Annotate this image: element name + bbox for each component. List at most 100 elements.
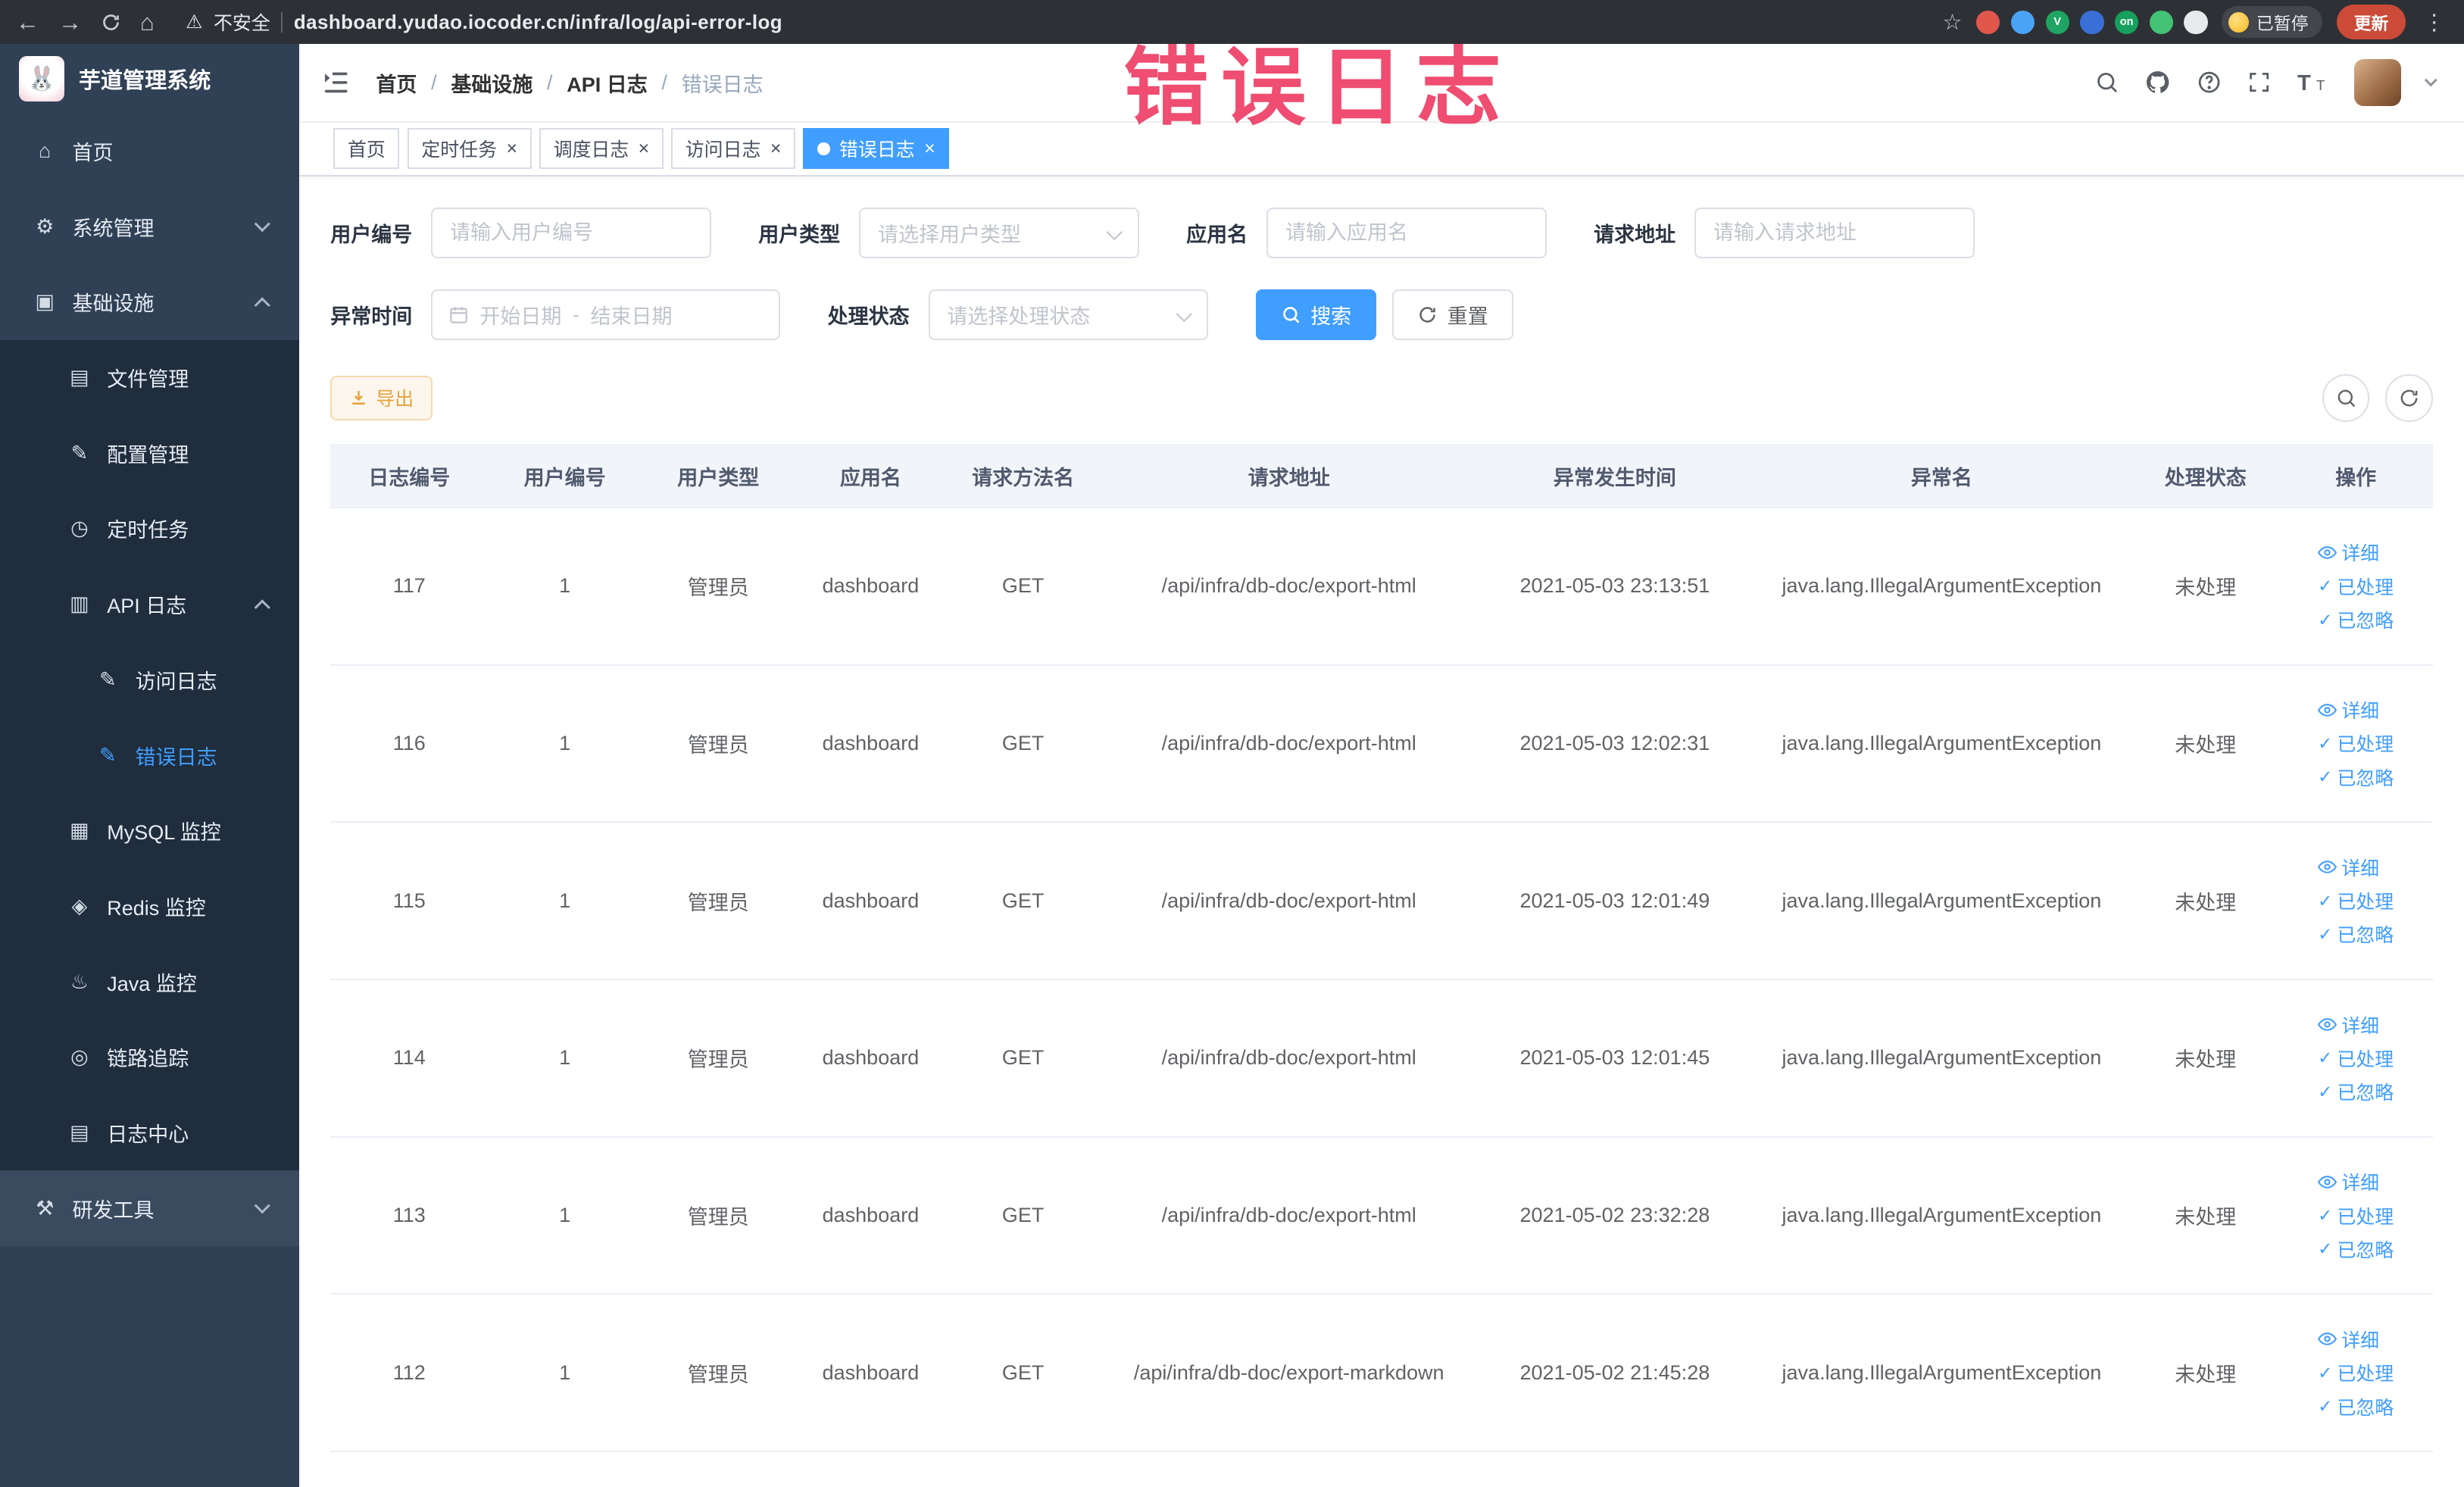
sidebar-item-文件管理[interactable]: ▤ 文件管理 bbox=[0, 339, 299, 416]
app-title: 芋道管理系统 bbox=[78, 68, 211, 93]
cell-time: 2021-05-02 21:45:28 bbox=[1478, 1294, 1752, 1453]
detail-action[interactable]: 详细 bbox=[2318, 539, 2379, 566]
mark-ignored-action[interactable]: ✓ 已忽略 bbox=[2318, 764, 2394, 791]
active-dot bbox=[817, 142, 830, 155]
process-status-select[interactable]: 请选择处理状态 bbox=[928, 289, 1209, 340]
paused-badge[interactable]: 已暂停 bbox=[2222, 5, 2323, 39]
back-icon[interactable]: ← bbox=[16, 10, 39, 34]
update-button[interactable]: 更新 bbox=[2336, 4, 2406, 40]
kebab-menu-icon[interactable]: ⋮ bbox=[2420, 9, 2448, 36]
sidebar-item-访问日志[interactable]: ✎ 访问日志 bbox=[0, 642, 299, 718]
mark-ignored-action[interactable]: ✓ 已忽略 bbox=[2318, 1393, 2394, 1420]
navbar: 首页 / 基础设施 / API 日志 / 错误日志 TT bbox=[298, 44, 2464, 123]
sidebar-item-定时任务[interactable]: ◷ 定时任务 bbox=[0, 491, 299, 567]
export-button[interactable]: 导出 bbox=[330, 376, 433, 420]
sidebar-item-Redis 监控[interactable]: ◈ Redis 监控 bbox=[0, 868, 299, 945]
exception-time-range-picker[interactable]: 开始日期 - 结束日期 bbox=[431, 289, 781, 340]
reset-button[interactable]: 重置 bbox=[1392, 289, 1513, 340]
sidebar-item-日志中心[interactable]: ▤ 日志中心 bbox=[0, 1095, 299, 1171]
user-id-input[interactable] bbox=[431, 208, 711, 258]
view-tab-定时任务[interactable]: 定时任务 × bbox=[407, 128, 532, 170]
view-tab-首页[interactable]: 首页 bbox=[333, 128, 400, 170]
search-button[interactable]: 搜索 bbox=[1255, 289, 1377, 340]
view-tab-调度日志[interactable]: 调度日志 × bbox=[539, 128, 664, 170]
action-label: 已处理 bbox=[2337, 734, 2394, 756]
mark-processed-action[interactable]: ✓ 已处理 bbox=[2318, 573, 2394, 600]
extension-icon[interactable] bbox=[2149, 10, 2173, 34]
cell-app_name: dashboard bbox=[795, 1294, 947, 1453]
extension-icon[interactable]: on bbox=[2115, 10, 2139, 34]
breadcrumb-item[interactable]: 基础设施 bbox=[451, 68, 532, 98]
cell-app_name: dashboard bbox=[795, 822, 947, 980]
sidebar-item-配置管理[interactable]: ✎ 配置管理 bbox=[0, 415, 299, 492]
filter-form: 用户编号 用户类型 请选择用户类型 应用名 bbox=[299, 177, 2464, 372]
close-icon[interactable]: × bbox=[770, 139, 782, 158]
detail-action[interactable]: 详细 bbox=[2318, 1326, 2379, 1353]
extension-icon[interactable] bbox=[2010, 10, 2035, 34]
request-url-input[interactable] bbox=[1694, 208, 1975, 258]
user-avatar[interactable] bbox=[2353, 58, 2401, 107]
search-icon[interactable] bbox=[2094, 70, 2119, 95]
reload-icon[interactable] bbox=[101, 12, 121, 33]
sidebar-item-label: 基础设施 bbox=[72, 292, 155, 316]
close-icon[interactable]: × bbox=[924, 139, 935, 158]
sidebar-item-系统管理[interactable]: ⚙ 系统管理 bbox=[0, 189, 299, 264]
mark-ignored-action[interactable]: ✓ 已忽略 bbox=[2318, 1078, 2394, 1105]
forward-icon[interactable]: → bbox=[58, 10, 82, 34]
avatar-caret-down-icon[interactable] bbox=[2424, 73, 2438, 87]
process-status-placeholder: 请选择处理状态 bbox=[947, 305, 1091, 328]
bookmark-star-icon[interactable]: ☆ bbox=[1943, 9, 1963, 36]
chevron-up-icon bbox=[254, 297, 270, 314]
browser-home-icon[interactable]: ⌂ bbox=[140, 10, 155, 34]
sidebar-item-API 日志[interactable]: ▥ API 日志 bbox=[0, 566, 299, 642]
detail-action[interactable]: 详细 bbox=[2318, 696, 2379, 723]
close-icon[interactable]: × bbox=[506, 139, 517, 158]
breadcrumb-item[interactable]: 首页 bbox=[376, 68, 417, 98]
mark-ignored-action[interactable]: ✓ 已忽略 bbox=[2318, 1236, 2394, 1263]
mark-processed-action[interactable]: ✓ 已处理 bbox=[2318, 1202, 2394, 1229]
sidebar-item-错误日志[interactable]: ✎ 错误日志 bbox=[0, 717, 299, 793]
mark-processed-action[interactable]: ✓ 已处理 bbox=[2318, 887, 2394, 914]
app-logo: 🐰 芋道管理系统 bbox=[0, 44, 299, 113]
extension-icon[interactable] bbox=[1976, 10, 2000, 34]
close-icon[interactable]: × bbox=[639, 139, 650, 158]
file-icon: ▤ bbox=[70, 366, 89, 389]
refresh-button[interactable] bbox=[2385, 374, 2433, 422]
view-tab-错误日志[interactable]: 错误日志 × bbox=[803, 128, 950, 170]
column-header: 应用名 bbox=[795, 443, 947, 508]
breadcrumb-item[interactable]: API 日志 bbox=[567, 68, 648, 98]
extension-icon[interactable] bbox=[2080, 10, 2104, 34]
cell-exception: java.lang.IllegalArgumentException bbox=[1751, 822, 2132, 980]
mark-ignored-action[interactable]: ✓ 已忽略 bbox=[2318, 606, 2394, 633]
help-icon[interactable] bbox=[2197, 70, 2222, 95]
mark-processed-action[interactable]: ✓ 已处理 bbox=[2318, 729, 2394, 757]
extension-icon[interactable] bbox=[2184, 10, 2208, 34]
sidebar-item-链路追踪[interactable]: ◎ 链路追踪 bbox=[0, 1019, 299, 1095]
sidebar-menu: ⌂ 首页 ⚙ 系统管理 ▣ 基础设施 ▤ 文件管理 ✎ 配置管理 ◷ 定时任务 ▥ API 日志 ✎ 访问日志… bbox=[0, 114, 299, 1247]
app-name-input[interactable] bbox=[1266, 208, 1547, 258]
mark-ignored-action[interactable]: ✓ 已忽略 bbox=[2318, 920, 2394, 948]
detail-action[interactable]: 详细 bbox=[2318, 1011, 2379, 1039]
sidebar-item-首页[interactable]: ⌂ 首页 bbox=[0, 114, 299, 189]
address-bar[interactable]: ⚠ 不安全 dashboard.yudao.iocoder.cn/infra/l… bbox=[186, 8, 1923, 36]
mark-processed-action[interactable]: ✓ 已处理 bbox=[2318, 1045, 2394, 1072]
sidebar-item-MySQL 监控[interactable]: ▦ MySQL 监控 bbox=[0, 792, 299, 869]
cell-actions: 详细 ✓ 已处理 ✓ 已忽略 bbox=[2278, 664, 2433, 823]
detail-action[interactable]: 详细 bbox=[2318, 1168, 2379, 1195]
font-size-icon[interactable]: TT bbox=[2297, 70, 2329, 95]
chevron-down-icon bbox=[254, 1197, 270, 1214]
sidebar-item-基础设施[interactable]: ▣ 基础设施 bbox=[0, 264, 299, 340]
view-tab-访问日志[interactable]: 访问日志 × bbox=[671, 128, 795, 170]
user-type-select[interactable]: 请选择用户类型 bbox=[859, 208, 1139, 258]
toggle-search-button[interactable] bbox=[2322, 374, 2370, 422]
sidebar-item-研发工具[interactable]: ⚒ 研发工具 bbox=[0, 1170, 299, 1247]
fullscreen-icon[interactable] bbox=[2247, 70, 2272, 95]
hamburger-icon[interactable] bbox=[321, 67, 351, 97]
github-icon[interactable] bbox=[2144, 69, 2171, 95]
extension-icon[interactable]: V bbox=[2045, 10, 2069, 34]
sidebar-item-Java 监控[interactable]: ♨ Java 监控 bbox=[0, 944, 299, 1020]
cell-log_id: 113 bbox=[330, 1136, 489, 1295]
mark-processed-action[interactable]: ✓ 已处理 bbox=[2318, 1359, 2394, 1386]
detail-action[interactable]: 详细 bbox=[2318, 854, 2379, 881]
cell-user_type: 管理员 bbox=[641, 1294, 795, 1453]
